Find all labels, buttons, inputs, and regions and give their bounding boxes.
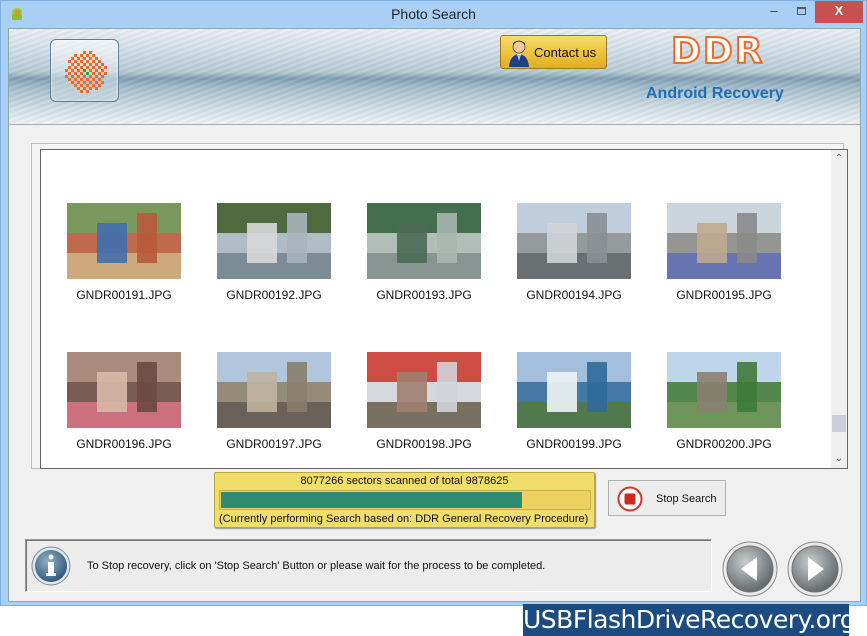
photo-thumbnail[interactable] — [67, 203, 181, 279]
photo-thumbnail[interactable] — [667, 203, 781, 279]
window-title: Photo Search — [391, 6, 476, 22]
info-icon — [31, 546, 71, 586]
person-icon — [509, 40, 529, 67]
progress-bar — [219, 490, 591, 510]
minimize-icon: ‒ — [770, 3, 778, 18]
contact-us-label: Contact us — [534, 45, 597, 60]
header-banner: Contact us DDR Android Recovery — [9, 29, 860, 125]
procedure-text: (Currently performing Search based on: D… — [219, 513, 589, 525]
photo-thumbnail[interactable] — [217, 352, 331, 428]
photo-item[interactable]: GNDR00192.JPG — [204, 203, 344, 302]
arrow-left-icon — [722, 541, 778, 597]
title-bar: Photo Search ‒ X — [1, 1, 866, 27]
photo-thumbnail[interactable] — [367, 203, 481, 279]
photo-filename: GNDR00197.JPG — [226, 437, 322, 451]
client-area: Contact us DDR Android Recovery ⌃ ⌄ GNDR… — [8, 28, 861, 602]
photo-item[interactable]: GNDR00196.JPG — [54, 352, 194, 451]
stop-search-button[interactable]: Stop Search — [608, 480, 726, 516]
watermark-banner: USBFlashDriveRecovery.org — [523, 604, 856, 636]
back-button[interactable] — [722, 541, 778, 597]
arrow-right-icon — [787, 541, 843, 597]
progress-bar-fill — [221, 492, 522, 508]
photo-filename: GNDR00198.JPG — [376, 437, 472, 451]
photo-filename: GNDR00196.JPG — [76, 437, 172, 451]
photo-thumbnail[interactable] — [67, 352, 181, 428]
photo-filename: GNDR00200.JPG — [676, 437, 772, 451]
app-logo — [50, 39, 119, 102]
close-icon: X — [834, 3, 844, 18]
photo-filename: GNDR00191.JPG — [76, 288, 172, 302]
brand-logo-text: DDR — [670, 30, 765, 73]
photo-filename: GNDR00199.JPG — [526, 437, 622, 451]
vertical-scrollbar[interactable]: ⌃ ⌄ — [831, 150, 847, 468]
scrollbar-thumb[interactable] — [832, 415, 846, 432]
next-button[interactable] — [787, 541, 843, 597]
logo-icon — [65, 51, 107, 93]
minimize-button[interactable]: ‒ — [761, 1, 787, 23]
sectors-scanned-text: 8077266 sectors scanned of total 9878625 — [300, 475, 509, 487]
photo-gallery[interactable]: ⌃ ⌄ GNDR00191.JPG GNDR00192.JPG GNDR00193.… — [40, 149, 848, 469]
chevron-down-icon[interactable]: ⌄ — [831, 451, 847, 467]
photo-item[interactable]: GNDR00193.JPG — [354, 203, 494, 302]
close-button[interactable]: X — [815, 1, 863, 23]
photo-item[interactable]: GNDR00194.JPG — [504, 203, 644, 302]
status-message: To Stop recovery, click on 'Stop Search'… — [87, 560, 546, 572]
product-name: Android Recovery — [646, 85, 784, 102]
photo-filename: GNDR00195.JPG — [676, 288, 772, 302]
photo-item[interactable]: GNDR00199.JPG — [504, 352, 644, 451]
photo-thumbnail[interactable] — [217, 203, 331, 279]
photo-item[interactable]: GNDR00195.JPG — [654, 203, 794, 302]
gallery-frame: ⌃ ⌄ GNDR00191.JPG GNDR00192.JPG GNDR00193.… — [31, 143, 848, 469]
photo-item[interactable]: GNDR00197.JPG — [204, 352, 344, 451]
photo-filename: GNDR00194.JPG — [526, 288, 622, 302]
stop-search-label: Stop Search — [656, 493, 717, 505]
chevron-up-icon[interactable]: ⌃ — [831, 151, 847, 167]
maximize-button[interactable] — [788, 1, 814, 23]
photo-filename: GNDR00192.JPG — [226, 288, 322, 302]
app-window: Photo Search ‒ X Contact us DDR Android … — [0, 0, 867, 606]
stop-icon — [617, 486, 643, 512]
photo-thumbnail[interactable] — [517, 203, 631, 279]
photo-thumbnail[interactable] — [667, 352, 781, 428]
photo-item[interactable]: GNDR00198.JPG — [354, 352, 494, 451]
progress-panel: 8077266 sectors scanned of total 9878625… — [214, 472, 595, 528]
photo-thumbnail[interactable] — [517, 352, 631, 428]
photo-item[interactable]: GNDR00200.JPG — [654, 352, 794, 451]
photo-thumbnail[interactable] — [367, 352, 481, 428]
status-panel: To Stop recovery, click on 'Stop Search'… — [25, 539, 712, 592]
maximize-icon — [796, 7, 806, 15]
photo-filename: GNDR00193.JPG — [376, 288, 472, 302]
photo-item[interactable]: GNDR00191.JPG — [54, 203, 194, 302]
contact-us-button[interactable]: Contact us — [500, 35, 607, 69]
